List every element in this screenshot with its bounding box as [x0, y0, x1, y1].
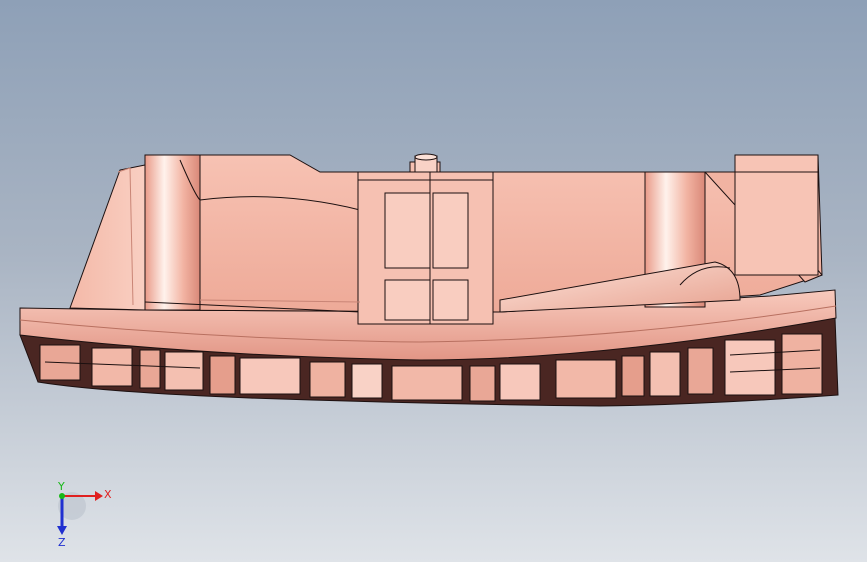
left-boss-cylinder [144, 154, 201, 311]
left-wall [69, 164, 146, 311]
z-axis-arrow [57, 526, 67, 535]
y-axis-dot [59, 493, 65, 499]
y-axis-label: Y [57, 480, 65, 493]
3d-part-model[interactable] [0, 0, 867, 562]
graphics-viewport[interactable]: X Y Z [0, 0, 867, 562]
right-end-block [734, 154, 819, 276]
x-axis-arrow [95, 491, 103, 501]
x-axis-label: X [104, 488, 112, 501]
z-axis-label: Z [58, 536, 66, 548]
coordinate-triad: X Y Z [57, 480, 112, 548]
